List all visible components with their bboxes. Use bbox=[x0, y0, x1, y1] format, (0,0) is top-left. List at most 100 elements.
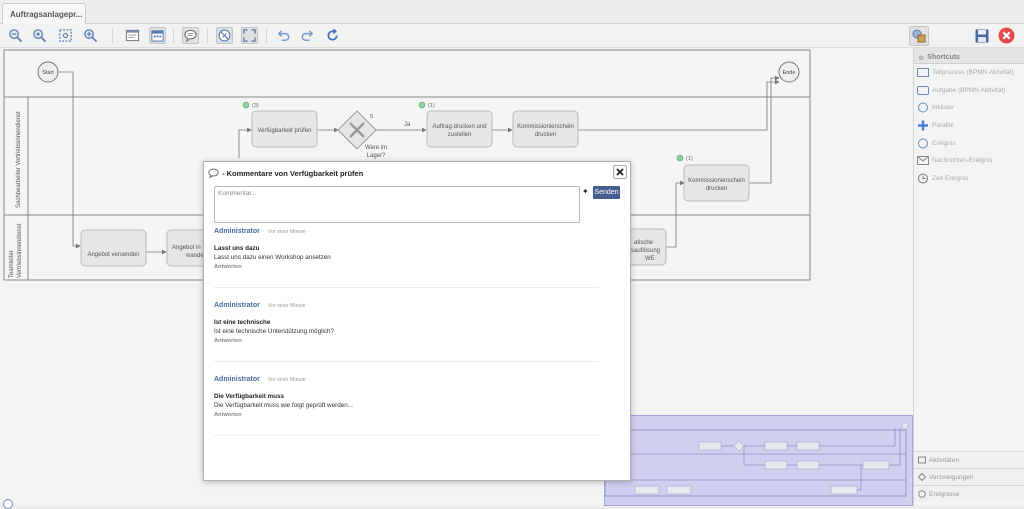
properties-icon[interactable] bbox=[124, 27, 141, 44]
toolbar-separator bbox=[173, 28, 174, 43]
shortcut-inclusive[interactable]: Inklusiv bbox=[914, 99, 1024, 117]
zoom-out-icon[interactable] bbox=[7, 27, 24, 44]
dialog-title-text: - Kommentare von Verfügbarkeit prüfen bbox=[222, 168, 364, 178]
send-button[interactable]: Senden bbox=[593, 186, 620, 199]
task-kommission-label-2: drucken bbox=[535, 132, 556, 138]
end-event-label: Ende bbox=[783, 70, 796, 76]
comment-subject: Ist eine technische bbox=[214, 319, 271, 326]
shortcut-event[interactable]: Ereignis bbox=[914, 134, 1024, 152]
tab-process[interactable]: Auftragsanlagepr... bbox=[2, 3, 86, 25]
shortcut-label: Nachrichten-Ereignis bbox=[932, 157, 993, 165]
toolbar bbox=[0, 24, 1024, 48]
event-icon bbox=[918, 490, 926, 498]
svg-text:Teamleiter: Teamleiter bbox=[9, 250, 15, 278]
task-kommission-b-label-2: drucken bbox=[706, 186, 727, 192]
footer-gateways[interactable]: Verzweigungen bbox=[914, 468, 1024, 485]
fullscreen-icon[interactable] bbox=[241, 27, 258, 44]
lane-label-sachbearbeiter: Sachbearbeiter Vertriebsinnendienst bbox=[16, 111, 22, 208]
toolbar-separator bbox=[266, 28, 267, 43]
close-icon bbox=[616, 168, 624, 176]
shortcut-message-event[interactable]: Nachrichten-Ereignis bbox=[914, 152, 1024, 170]
comment-reply-link[interactable]: Antworten bbox=[214, 264, 599, 270]
zoom-fit-icon[interactable] bbox=[57, 27, 74, 44]
close-icon[interactable] bbox=[998, 27, 1015, 44]
toolbar-separator bbox=[207, 28, 208, 43]
shortcut-timer-event[interactable]: Zeit-Ereignis bbox=[914, 170, 1024, 188]
svg-text:Vertriebsinnendienst: Vertriebsinnendienst bbox=[17, 223, 23, 278]
redo-icon[interactable] bbox=[299, 27, 316, 44]
task-angebot-versenden[interactable] bbox=[80, 229, 147, 267]
minimap-preview bbox=[605, 422, 909, 497]
task-auftrag-label-2: zustellen bbox=[448, 132, 472, 138]
task-kommission-b-label-1: Kommissionierschein bbox=[688, 178, 745, 184]
start-event-label: Start bbox=[42, 70, 54, 76]
comment-body: Die Verfügbarkeit muss wie folgt geprüft… bbox=[214, 402, 353, 409]
comment-author[interactable]: Administrator bbox=[214, 228, 260, 235]
comment-body: Ist eine technische Unterstützung möglic… bbox=[214, 328, 335, 335]
comment-input[interactable] bbox=[214, 186, 580, 223]
shortcut-label: Ereignis bbox=[932, 139, 956, 147]
activity-icon bbox=[918, 456, 926, 464]
attach-icon[interactable] bbox=[216, 27, 233, 44]
svg-text:(3): (3) bbox=[252, 103, 259, 109]
comment-time: Vor einer Minute · bbox=[267, 229, 309, 235]
gateway-icon bbox=[918, 473, 926, 481]
task-angebot-versenden-label: Angebot versenden bbox=[87, 252, 139, 258]
footer-events[interactable]: Ereignisse bbox=[914, 485, 1024, 502]
footer-activities[interactable]: Aktivitäten bbox=[914, 451, 1024, 468]
task-statische-label-3: WE bbox=[645, 256, 655, 262]
dialog-title: - Kommentare von Verfügbarkeit prüfen bbox=[208, 167, 363, 179]
svg-text:(1): (1) bbox=[428, 103, 435, 109]
task-statische-label-1: atische bbox=[634, 240, 654, 246]
minimap[interactable] bbox=[604, 415, 913, 506]
dialog-close-button[interactable] bbox=[613, 165, 627, 179]
gateway-label-2: Lager? bbox=[367, 153, 386, 159]
flow-label-ja: Ja bbox=[404, 122, 411, 128]
comment-subject: Lasst uns dazu bbox=[214, 245, 260, 252]
parallel-icon bbox=[918, 120, 928, 131]
task-kommission-label-1: Kommissionierschein bbox=[517, 124, 574, 130]
timer-event-icon bbox=[918, 173, 928, 184]
shortcuts-title: Shortcuts bbox=[927, 54, 960, 61]
task-icon bbox=[917, 85, 929, 95]
footer-label: Verzweigungen bbox=[929, 473, 974, 481]
shortcut-parallel[interactable]: Parallel bbox=[914, 117, 1024, 135]
comments-icon[interactable] bbox=[182, 27, 199, 44]
status-indicator-icon[interactable] bbox=[3, 499, 13, 509]
comment-bubble-icon bbox=[208, 168, 219, 178]
comments-dialog: - Kommentare von Verfügbarkeit prüfen ✦ … bbox=[203, 161, 631, 481]
comment-reply-link[interactable]: Antworten bbox=[214, 338, 599, 344]
subprocess-icon bbox=[917, 68, 929, 78]
save-icon[interactable] bbox=[974, 28, 990, 44]
comment-author[interactable]: Administrator bbox=[214, 302, 260, 309]
comment-time: Vor einer Minute · bbox=[267, 303, 309, 309]
shortcut-task[interactable]: Aufgabe (BPMN Aktivität) bbox=[914, 82, 1024, 100]
task-statische-label-2: sauflösung bbox=[631, 248, 660, 254]
comment-item: Administrator Vor einer Minute · Lasst u… bbox=[214, 228, 599, 288]
refresh-icon[interactable] bbox=[324, 27, 341, 44]
calendar-icon[interactable] bbox=[149, 27, 166, 44]
star-icon: ☆ bbox=[918, 54, 925, 62]
toolbar-separator bbox=[112, 28, 113, 43]
shortcut-subprocess[interactable]: Teilprozess (BPMN Aktivität) bbox=[914, 64, 1024, 82]
comment-subject: Die Verfügbarkeit muss bbox=[214, 393, 284, 400]
gateway-count: 5 bbox=[370, 114, 373, 120]
shortcut-label: Aufgabe (BPMN Aktivität) bbox=[932, 86, 1006, 94]
task-auftrag-label-1: Auftrag drucken und bbox=[432, 124, 486, 130]
add-attachment-icon[interactable]: ✦ bbox=[582, 187, 589, 196]
event-icon bbox=[918, 138, 928, 149]
shortcuts-panel: ☆ Shortcuts Teilprozess (BPMN Aktivität)… bbox=[913, 48, 1024, 506]
comment-author[interactable]: Administrator bbox=[214, 376, 260, 383]
task-angebot-wandeln-label-1: Angebot in bbox=[172, 245, 201, 251]
zoom-in-icon[interactable] bbox=[82, 27, 99, 44]
footer-label: Aktivitäten bbox=[929, 456, 959, 464]
task-verfuegbarkeit-label: Verfügbarkeit prüfen bbox=[257, 128, 311, 134]
zoom-reset-icon[interactable] bbox=[31, 27, 48, 44]
inclusive-icon bbox=[918, 102, 928, 113]
comment-reply-link[interactable]: Antworten bbox=[214, 412, 599, 418]
gateway-label-1: Ware im bbox=[365, 145, 387, 151]
comment-item: Administrator Vor einer Minute · Ist ein… bbox=[214, 302, 599, 362]
shapes-icon[interactable] bbox=[909, 26, 929, 46]
undo-icon[interactable] bbox=[275, 27, 292, 44]
shortcuts-header: ☆ Shortcuts bbox=[914, 48, 1024, 64]
